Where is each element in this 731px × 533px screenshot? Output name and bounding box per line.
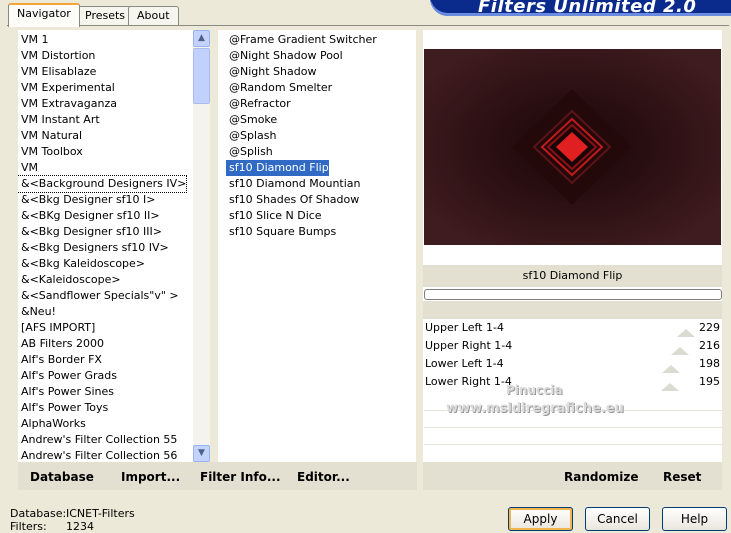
filter-item[interactable]: @Splish bbox=[226, 144, 273, 160]
category-item[interactable]: &Neu! bbox=[18, 304, 186, 320]
import-button[interactable]: Import... bbox=[121, 470, 180, 484]
category-list[interactable]: VM 1 VM Distortion VM Elisablaze VM Experim… bbox=[18, 30, 193, 462]
category-item[interactable]: VM Natural bbox=[18, 128, 186, 144]
filter-item[interactable]: @Night Shadow bbox=[226, 64, 316, 80]
filter-item[interactable]: @Frame Gradient Switcher bbox=[226, 32, 377, 48]
category-item[interactable]: &<Bkg Designers sf10 IV> bbox=[18, 240, 186, 256]
category-item[interactable]: &<Bkg Designer sf10 III> bbox=[18, 224, 186, 240]
slider-row[interactable]: Upper Right 1-4 216 bbox=[424, 338, 722, 355]
database-value: ICNET-Filters bbox=[66, 507, 135, 520]
slider-row[interactable]: Lower Left 1-4 198 bbox=[424, 356, 722, 373]
filter-items: @Frame Gradient Switcher @Night Shadow Po… bbox=[226, 32, 377, 240]
category-item[interactable]: VM 1 bbox=[18, 32, 186, 48]
filter-list[interactable]: @Frame Gradient Switcher @Night Shadow Po… bbox=[218, 30, 416, 462]
filters-label: Filters: bbox=[10, 520, 47, 533]
filter-item[interactable]: @Random Smelter bbox=[226, 80, 332, 96]
category-item[interactable]: VM Extravaganza bbox=[18, 96, 186, 112]
database-label: Database: bbox=[10, 507, 67, 520]
cancel-button[interactable]: Cancel bbox=[585, 507, 650, 531]
slider-label: Lower Left 1-4 bbox=[425, 357, 504, 370]
filter-item[interactable]: @Splash bbox=[226, 128, 276, 144]
category-item[interactable]: Andrew's Filter Collection 56 bbox=[18, 448, 186, 462]
category-item[interactable]: Alf's Border FX bbox=[18, 352, 186, 368]
slider-knob[interactable] bbox=[670, 347, 689, 355]
filters-value: 1234 bbox=[66, 520, 94, 533]
database-button[interactable]: Database bbox=[30, 470, 94, 484]
category-item[interactable]: &<Bkg Kaleidoscope> bbox=[18, 256, 186, 272]
category-item[interactable]: VM Experimental bbox=[18, 80, 186, 96]
reset-button[interactable]: Reset bbox=[663, 470, 701, 484]
category-items: VM 1 VM Distortion VM Elisablaze VM Experim… bbox=[18, 32, 188, 462]
tab-about[interactable]: About bbox=[128, 6, 179, 25]
category-item[interactable]: VM Elisablaze bbox=[18, 64, 186, 80]
filter-preview bbox=[424, 49, 721, 245]
slider-knob[interactable] bbox=[677, 329, 696, 337]
filter-item[interactable]: @Refractor bbox=[226, 96, 291, 112]
category-item[interactable]: &<BKg Designer sf10 II> bbox=[18, 208, 186, 224]
slider-value: 229 bbox=[699, 321, 720, 334]
category-item[interactable]: Alf's Power Toys bbox=[18, 400, 186, 416]
apply-button[interactable]: Apply bbox=[508, 507, 573, 531]
slider-value: 198 bbox=[699, 357, 720, 370]
scroll-thumb[interactable] bbox=[193, 48, 210, 104]
row-divider bbox=[424, 444, 722, 445]
category-item[interactable]: &<Bkg Designer sf10 I> bbox=[18, 192, 186, 208]
spacer-bar bbox=[423, 301, 722, 319]
filter-item[interactable]: sf10 Slice N Dice bbox=[226, 208, 322, 224]
slider-label: Lower Right 1-4 bbox=[425, 375, 512, 388]
category-item[interactable]: &<Background Designers IV> bbox=[18, 175, 188, 193]
filter-item[interactable]: sf10 Square Bumps bbox=[226, 224, 336, 240]
category-item[interactable]: [AFS IMPORT] bbox=[18, 320, 186, 336]
slider-label: Upper Right 1-4 bbox=[425, 339, 513, 352]
category-item[interactable]: VM Instant Art bbox=[18, 112, 186, 128]
randomize-button[interactable]: Randomize bbox=[564, 470, 638, 484]
filter-item[interactable]: @Night Shadow Pool bbox=[226, 48, 343, 64]
category-item[interactable]: AB Filters 2000 bbox=[18, 336, 186, 352]
tab-navigator[interactable]: Navigator bbox=[8, 3, 80, 27]
watermark-line2: www.msldiregrafiche.eu bbox=[446, 401, 624, 416]
tab-presets[interactable]: Presets bbox=[76, 6, 135, 25]
row-divider bbox=[424, 427, 722, 428]
watermark-line1: Pinuccia bbox=[506, 383, 563, 397]
preview-filter-name: sf10 Diamond Flip bbox=[522, 269, 623, 282]
slider-knob[interactable] bbox=[662, 365, 681, 373]
category-item[interactable]: Alf's Power Sines bbox=[18, 384, 186, 400]
category-item[interactable]: Andrew's Filter Collection 55 bbox=[18, 432, 186, 448]
slider-knob[interactable] bbox=[660, 383, 679, 391]
slider-row[interactable]: Upper Left 1-4 229 bbox=[424, 320, 722, 337]
filter-info-button[interactable]: Filter Info... bbox=[200, 470, 281, 484]
scroll-down-button[interactable]: ▼ bbox=[193, 445, 210, 462]
progress-bar bbox=[424, 289, 722, 300]
category-item[interactable]: AlphaWorks bbox=[18, 416, 186, 432]
slider-value: 195 bbox=[699, 375, 720, 388]
category-scrollbar[interactable]: ▲ ▼ bbox=[193, 30, 210, 462]
tab-strip-line bbox=[7, 25, 729, 26]
filter-item[interactable]: sf10 Shades Of Shadow bbox=[226, 192, 359, 208]
scroll-up-button[interactable]: ▲ bbox=[193, 30, 210, 47]
slider-label: Upper Left 1-4 bbox=[425, 321, 504, 334]
filter-item[interactable]: sf10 Diamond Mountian bbox=[226, 176, 361, 192]
slider-row[interactable]: Lower Right 1-4 195 bbox=[424, 374, 722, 391]
category-item[interactable]: &<Sandflower Specials"v" > bbox=[18, 288, 186, 304]
slider-value: 216 bbox=[699, 339, 720, 352]
filter-item[interactable]: sf10 Diamond Flip bbox=[226, 160, 329, 176]
category-item[interactable]: VM bbox=[18, 160, 186, 176]
filter-item[interactable]: @Smoke bbox=[226, 112, 277, 128]
category-item[interactable]: &<Kaleidoscope> bbox=[18, 272, 186, 288]
category-item[interactable]: Alf's Power Grads bbox=[18, 368, 186, 384]
category-item[interactable]: VM Toolbox bbox=[18, 144, 186, 160]
preview-image bbox=[424, 49, 721, 245]
help-button[interactable]: Help bbox=[662, 507, 727, 531]
editor-button[interactable]: Editor... bbox=[297, 470, 350, 484]
category-item[interactable]: VM Distortion bbox=[18, 48, 186, 64]
app-title: Filters Unlimited 2.0 bbox=[478, 0, 697, 17]
